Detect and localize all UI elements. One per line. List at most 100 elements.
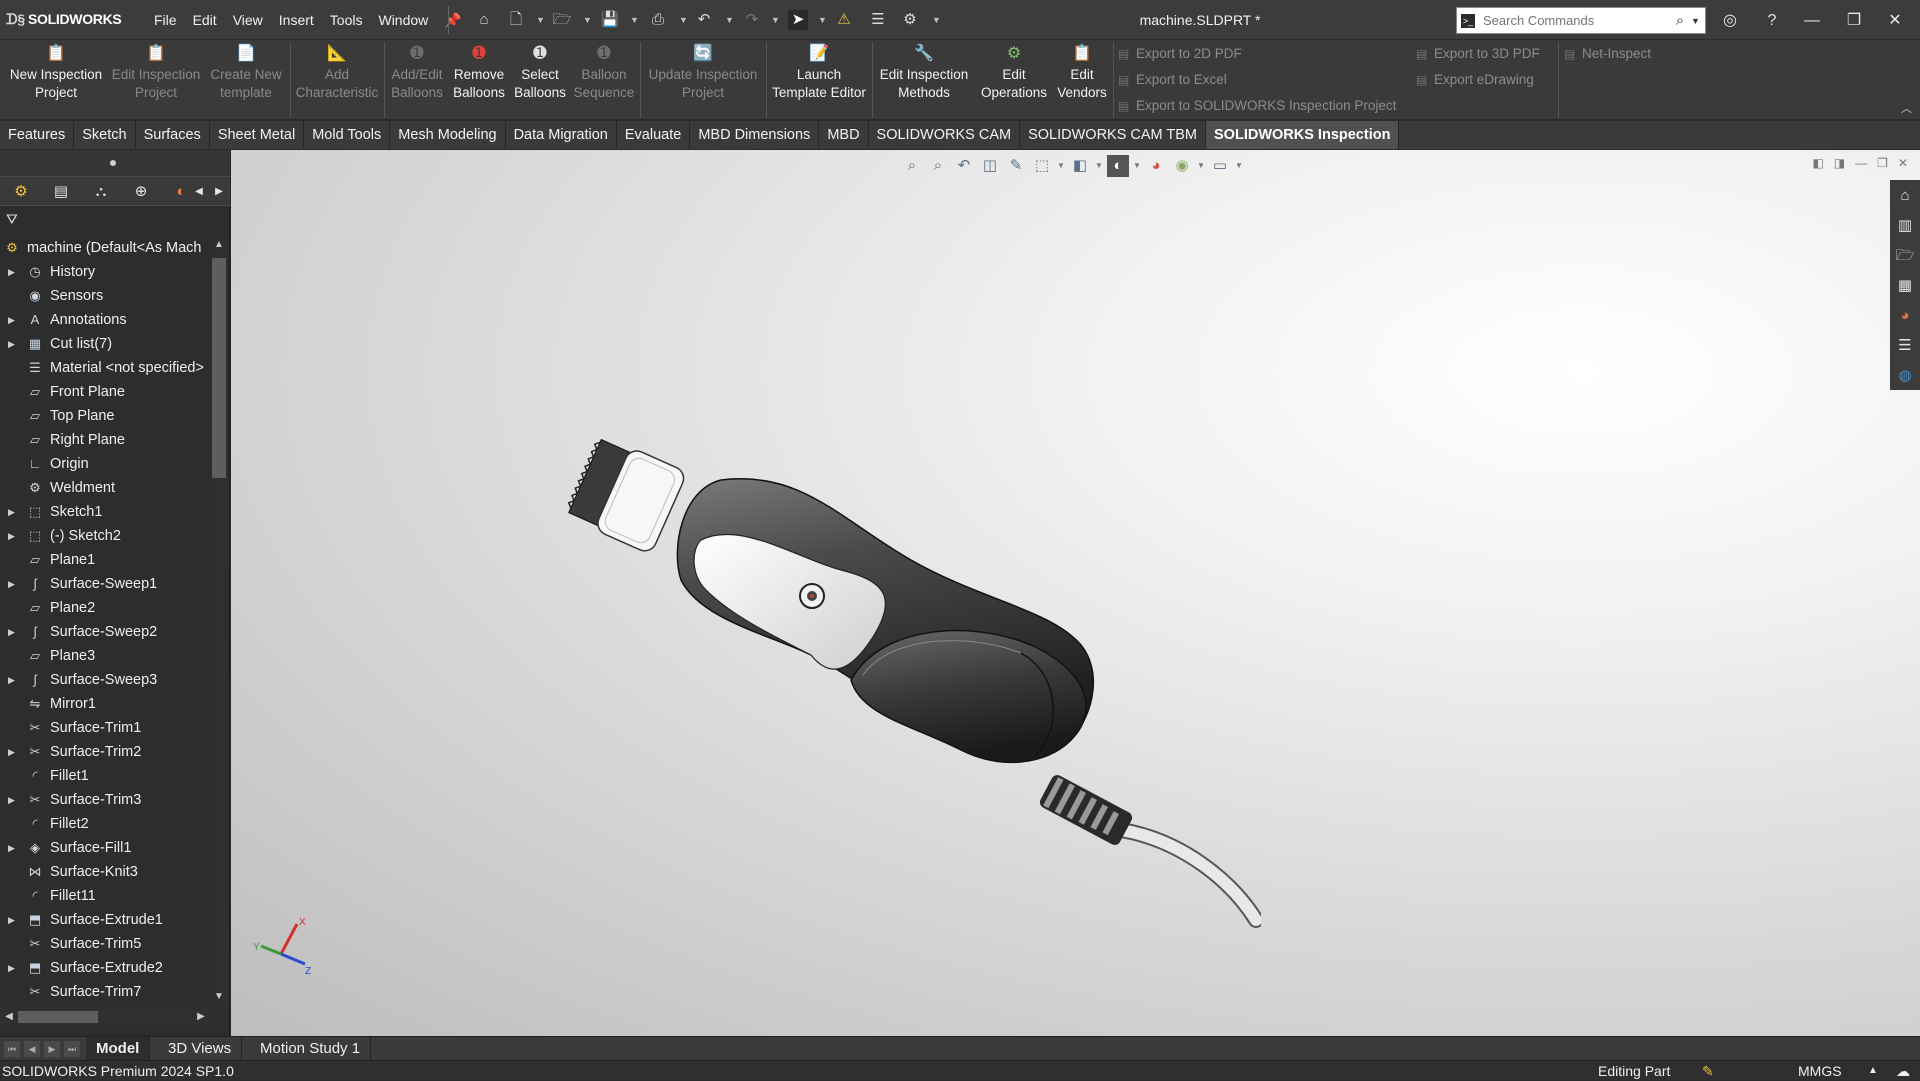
- tree-vertical-scrollbar[interactable]: ▲ ▼: [210, 236, 228, 1006]
- tab-model[interactable]: Model: [86, 1037, 151, 1061]
- expand-arrow-icon[interactable]: ▶: [8, 836, 18, 860]
- tree-item[interactable]: ⋈ Surface-Knit3: [0, 860, 210, 884]
- tree-item[interactable]: ⚙ machine (Default<As Mach: [0, 236, 210, 260]
- edit-inspection-methods-button[interactable]: 🔧 Edit Inspection Methods: [874, 44, 974, 114]
- balloon-sequence-button[interactable]: ➊ Balloon Sequence: [572, 44, 636, 114]
- tab-surfaces[interactable]: Surfaces: [136, 121, 210, 149]
- tree-item[interactable]: ▶ ✂ Surface-Trim2: [0, 740, 210, 764]
- tree-item[interactable]: ⇋ Mirror1: [0, 692, 210, 716]
- view-settings-icon[interactable]: ▭: [1209, 155, 1231, 177]
- next-tab-icon[interactable]: ▶: [44, 1041, 60, 1057]
- file-properties-icon[interactable]: ☰: [868, 10, 888, 30]
- expand-arrow-icon[interactable]: ▶: [8, 740, 18, 764]
- edit-vendors-button[interactable]: 📋 Edit Vendors: [1054, 44, 1110, 114]
- view-orientation-icon[interactable]: ⬚: [1031, 155, 1053, 177]
- save-icon[interactable]: 💾: [600, 10, 620, 30]
- tree-item[interactable]: ▱ Plane3: [0, 644, 210, 668]
- tree-item[interactable]: ☰ Material <not specified>: [0, 356, 210, 380]
- tile-right-icon[interactable]: ◨: [1834, 156, 1845, 170]
- rebuild-status-icon[interactable]: ✎: [1702, 1061, 1714, 1081]
- dimxpert-manager-tab-icon[interactable]: ⊕: [128, 180, 154, 204]
- restore-icon[interactable]: ❐: [1843, 10, 1865, 32]
- new-document-icon[interactable]: 🗋: [506, 10, 526, 30]
- hair-clipper-3d-model[interactable]: [541, 410, 1261, 960]
- edit-operations-button[interactable]: ⚙ Edit Operations: [976, 44, 1052, 114]
- first-tab-icon[interactable]: ⏮: [4, 1041, 20, 1057]
- add-characteristic-button[interactable]: 📐 Add Characteristic: [293, 44, 381, 114]
- reference-triad[interactable]: X Y Z: [253, 916, 313, 976]
- hide-show-dropdown-icon[interactable]: ▼: [1133, 155, 1141, 177]
- section-view-icon[interactable]: ◫: [979, 155, 1001, 177]
- zoom-area-icon[interactable]: ⌕: [927, 155, 949, 177]
- doc-close-icon[interactable]: ✕: [1898, 156, 1908, 170]
- unit-system-text[interactable]: MMGS: [1798, 1061, 1842, 1081]
- open-folder-icon[interactable]: 🗁: [552, 10, 572, 30]
- tree-item[interactable]: ▶ ⬒ Surface-Extrude2: [0, 956, 210, 980]
- undo-icon[interactable]: ↶: [694, 10, 714, 30]
- tab-solidworks-cam-tbm[interactable]: SOLIDWORKS CAM TBM: [1020, 121, 1207, 149]
- file-explorer-icon[interactable]: 🗁: [1893, 244, 1917, 268]
- export-sw-inspection-button[interactable]: ▤ Export to SOLIDWORKS Inspection Project: [1118, 95, 1396, 117]
- last-tab-icon[interactable]: ⏭: [64, 1041, 80, 1057]
- custom-properties-icon[interactable]: ☰: [1893, 334, 1917, 358]
- search-input[interactable]: [1479, 13, 1669, 28]
- tree-item[interactable]: ▱ Plane1: [0, 548, 210, 572]
- help-icon[interactable]: ?: [1761, 10, 1783, 32]
- menu-edit[interactable]: Edit: [185, 12, 225, 28]
- tile-left-icon[interactable]: ◧: [1812, 156, 1823, 170]
- tab-mesh-modeling[interactable]: Mesh Modeling: [390, 121, 506, 149]
- tab-sheet-metal[interactable]: Sheet Metal: [210, 121, 305, 149]
- scroll-left-icon[interactable]: ◀: [0, 1008, 18, 1026]
- notifications-icon[interactable]: ☁: [1896, 1061, 1910, 1081]
- tree-item[interactable]: ▱ Top Plane: [0, 404, 210, 428]
- tree-item[interactable]: ⚙ Weldment: [0, 476, 210, 500]
- print-dropdown-icon[interactable]: ▼: [679, 12, 688, 28]
- tab-mbd-dimensions[interactable]: MBD Dimensions: [690, 121, 820, 149]
- export-3d-pdf-button[interactable]: ▤ Export to 3D PDF: [1416, 43, 1540, 65]
- redo-icon[interactable]: ↷: [742, 10, 762, 30]
- tab-3d-views[interactable]: 3D Views: [158, 1037, 243, 1061]
- doc-restore-icon[interactable]: ❐: [1877, 156, 1888, 170]
- scroll-right-icon[interactable]: ▶: [192, 1008, 210, 1026]
- tab-mbd[interactable]: MBD: [819, 121, 869, 149]
- pin-icon[interactable]: 📌: [436, 12, 469, 29]
- prev-tab-icon[interactable]: ◀: [24, 1041, 40, 1057]
- tab-sketch[interactable]: Sketch: [74, 121, 136, 149]
- tabs-scroll-right-icon[interactable]: ▶: [206, 180, 232, 204]
- tree-item[interactable]: ▶ ∫ Surface-Sweep3: [0, 668, 210, 692]
- appearances-icon[interactable]: ◕: [1893, 304, 1917, 328]
- expand-arrow-icon[interactable]: ▶: [8, 308, 18, 332]
- doc-minimize-icon[interactable]: —: [1855, 156, 1867, 170]
- export-edrawing-button[interactable]: ▤ Export eDrawing: [1416, 69, 1534, 91]
- new-dropdown-icon[interactable]: ▼: [536, 12, 545, 28]
- tree-item[interactable]: ▶ ⬚ (-) Sketch2: [0, 524, 210, 548]
- tree-item[interactable]: ▶ ✂ Surface-Trim3: [0, 788, 210, 812]
- display-style-dropdown-icon[interactable]: ▼: [1095, 155, 1103, 177]
- community-forum-icon[interactable]: ◍: [1893, 364, 1917, 388]
- tree-item[interactable]: ▶ ∫ Surface-Sweep1: [0, 572, 210, 596]
- menu-insert[interactable]: Insert: [271, 12, 322, 28]
- tree-item[interactable]: ▱ Right Plane: [0, 428, 210, 452]
- expand-arrow-icon[interactable]: ▶: [8, 620, 18, 644]
- redo-dropdown-icon[interactable]: ▼: [771, 12, 780, 28]
- create-new-template-button[interactable]: 📄 Create New template: [206, 44, 286, 114]
- minimize-icon[interactable]: —: [1801, 10, 1823, 32]
- expand-arrow-icon[interactable]: ▶: [8, 332, 18, 356]
- tree-item[interactable]: ▶ ▦ Cut list(7): [0, 332, 210, 356]
- collapse-ribbon-icon[interactable]: ︿: [1901, 100, 1912, 116]
- undo-dropdown-icon[interactable]: ▼: [725, 12, 734, 28]
- export-2d-pdf-button[interactable]: ▤ Export to 2D PDF: [1118, 43, 1242, 65]
- search-box[interactable]: >_ ⌕ ▼: [1456, 7, 1706, 34]
- h-scroll-thumb[interactable]: [18, 1011, 98, 1023]
- expand-arrow-icon[interactable]: ▶: [8, 524, 18, 548]
- expand-arrow-icon[interactable]: ▶: [8, 260, 18, 284]
- save-dropdown-icon[interactable]: ▼: [630, 12, 639, 28]
- select-balloons-button[interactable]: ➊ Select Balloons: [510, 44, 570, 114]
- close-icon[interactable]: ✕: [1884, 10, 1906, 32]
- hide-show-items-icon[interactable]: ◐: [1107, 155, 1129, 177]
- expand-arrow-icon[interactable]: ▶: [8, 500, 18, 524]
- tree-item[interactable]: ▶ ◷ History: [0, 260, 210, 284]
- tree-item[interactable]: ✂ Surface-Trim7: [0, 980, 210, 1004]
- print-icon[interactable]: ⎙: [648, 10, 668, 30]
- scroll-up-icon[interactable]: ▲: [210, 236, 228, 254]
